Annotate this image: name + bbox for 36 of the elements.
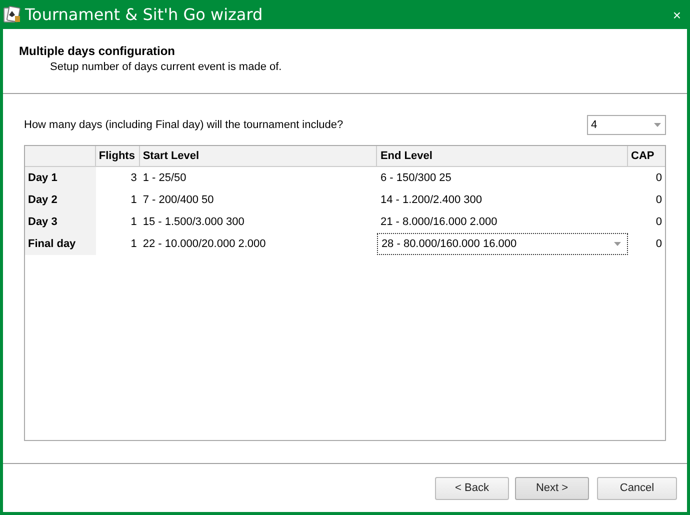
table-cell-text: 21 - 8.000/16.000 2.000 [379, 215, 498, 230]
table-cell-text: 22 - 10.000/20.000 2.000 [142, 237, 267, 252]
table-cell-text: 0 [654, 237, 663, 252]
playing-cards-icon [3, 6, 21, 24]
column-header[interactable]: End Level [377, 146, 628, 166]
table-cell-text: 14 - 1.200/2.400 300 [379, 193, 483, 208]
table-cell-text: 1 [130, 215, 138, 230]
page-title: Multiple days configuration [19, 44, 176, 58]
table-cell-text: 0 [654, 171, 663, 186]
table-cell-text: 7 - 200/400 50 [142, 193, 215, 208]
end-level-dropdown[interactable]: 28 - 80.000/160.000 16.000 [377, 233, 628, 255]
table-cell-text: 0 [654, 215, 663, 230]
table-cell-text: 3 [130, 171, 138, 186]
table-cell-text: 1 [130, 193, 138, 208]
wizard-button[interactable]: Cancel [597, 476, 677, 500]
dropdown-arrow-icon [614, 242, 622, 246]
table-cell-text: 6 - 150/300 25 [379, 171, 452, 186]
table-cell-text: 1 - 25/50 [142, 171, 188, 186]
window-title: Tournament & Sit'h Go wizard [25, 5, 264, 24]
page-subtitle: Setup number of days current event is made of. [50, 61, 283, 73]
question-label: How many days (including Final day) will the tournament include? [24, 119, 344, 131]
row-header[interactable]: Day 2 [25, 189, 96, 211]
column-header[interactable]: CAP [628, 146, 665, 166]
table-cell-text: 0 [654, 193, 663, 208]
days-dropdown[interactable]: 4 [587, 115, 666, 135]
row-header[interactable]: Final day [25, 233, 96, 255]
wizard-button[interactable]: Next > [515, 476, 589, 500]
column-header[interactable]: Start Level [140, 146, 378, 166]
table-cell-text: 15 - 1.500/3.000 300 [142, 215, 246, 230]
row-header[interactable]: Day 3 [25, 211, 96, 233]
row-header[interactable]: Day 1 [25, 167, 96, 189]
table-cell-text: 1 [130, 237, 138, 252]
column-header[interactable]: Flights [96, 146, 140, 166]
close-button[interactable]: × [666, 6, 687, 22]
wizard-button[interactable]: < Back [435, 476, 509, 500]
dropdown-arrow-icon [654, 123, 661, 127]
